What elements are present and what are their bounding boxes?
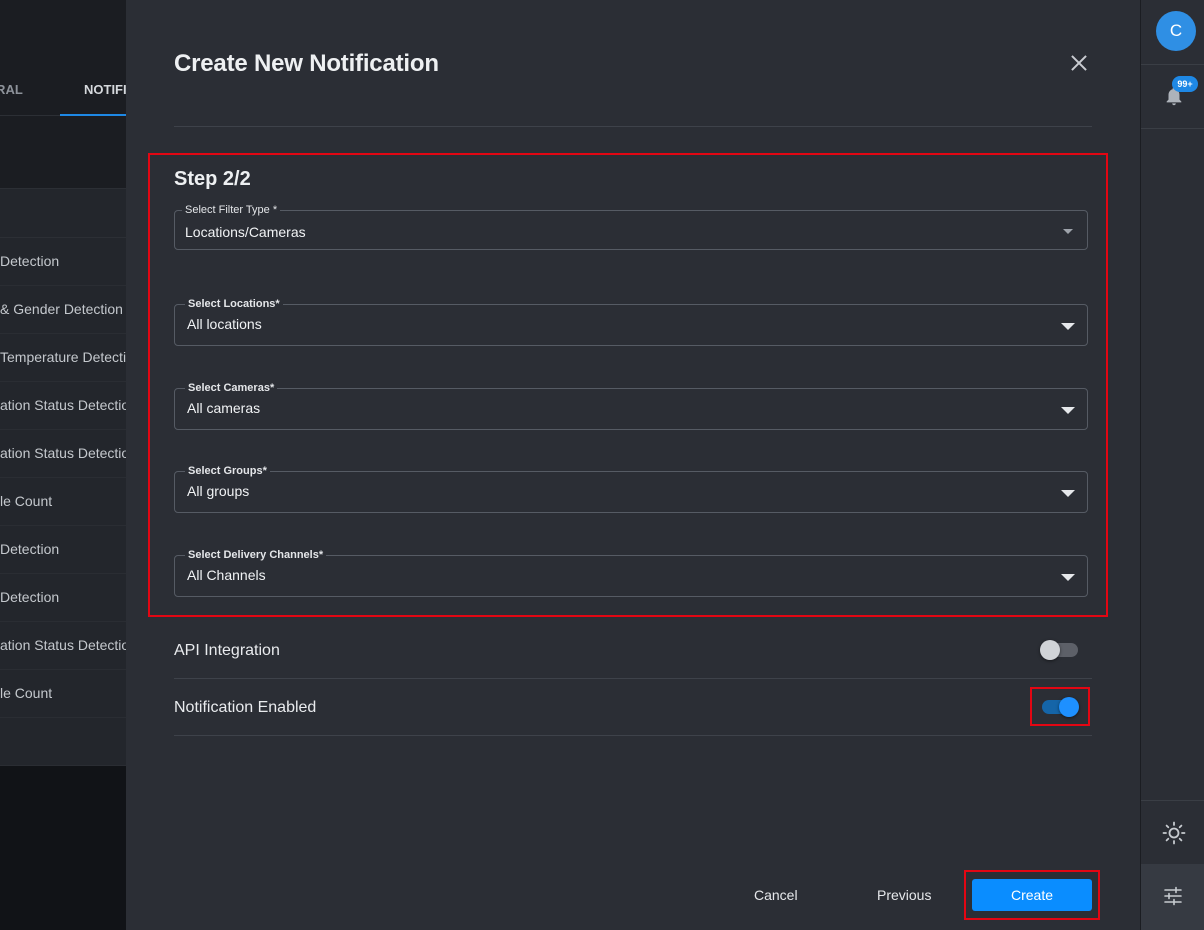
create-button[interactable]: Create [972,879,1092,911]
delivery-channels-label: Select Delivery Channels* [185,549,327,562]
tab-notifications[interactable]: NOTIFI [84,82,126,97]
caret-down-icon [1061,490,1075,497]
filter-type-label: Select Filter Type * [182,204,281,217]
list-item[interactable]: ation Status Detection [0,622,126,670]
background-table-header [0,188,126,238]
previous-button[interactable]: Previous [877,887,931,903]
delivery-channels-select[interactable]: Select Delivery Channels* All Channels [174,549,1088,597]
list-item[interactable]: ation Status Detection [0,430,126,478]
filter-type-select[interactable]: Select Filter Type * Locations/Cameras [174,204,1088,250]
notification-enabled-toggle[interactable] [1042,697,1079,717]
locations-value: All locations [187,316,262,332]
close-icon[interactable] [1066,50,1092,76]
list-item[interactable]: ation Status Detection [0,382,126,430]
list-item[interactable]: & Gender Detection [0,286,126,334]
tab-general[interactable]: NERAL [0,82,23,97]
sun-icon[interactable] [1162,821,1186,845]
cameras-select[interactable]: Select Cameras* All cameras [174,382,1088,430]
right-rail: C 99+ [1140,0,1204,930]
sliders-icon [1164,886,1182,906]
locations-label: Select Locations* [185,298,283,311]
groups-label: Select Groups* [185,465,270,478]
list-item[interactable]: Detection [0,574,126,622]
modal-title: Create New Notification [174,50,439,77]
settings-panel-button[interactable] [1141,864,1204,930]
toggle-knob [1059,697,1079,717]
notification-enabled-row: Notification Enabled [174,679,1092,736]
api-integration-row: API Integration [174,622,1092,679]
api-integration-toggle[interactable] [1040,640,1078,660]
background-toolbar [0,116,126,188]
locations-select[interactable]: Select Locations* All locations [174,298,1088,346]
background-tabs: NERAL NOTIFI [0,64,126,116]
list-item[interactable]: Detection [0,526,126,574]
notification-enabled-label: Notification Enabled [174,699,317,716]
groups-select[interactable]: Select Groups* All groups [174,465,1088,513]
filter-type-value: Locations/Cameras [185,224,306,240]
groups-value: All groups [187,483,250,499]
create-notification-modal: Create New Notification Step 2/2 Select … [126,0,1140,930]
rail-divider [1141,64,1204,65]
avatar[interactable]: C [1156,11,1196,51]
background-app: NERAL NOTIFI Detection & Gender Detectio… [0,0,126,930]
list-item[interactable]: le Count [0,670,126,718]
cameras-value: All cameras [187,400,261,416]
list-item[interactable]: Detection [0,238,126,286]
api-integration-label: API Integration [174,642,280,659]
list-item[interactable]: Temperature Detection [0,334,126,382]
rail-divider [1141,128,1204,129]
cancel-button[interactable]: Cancel [754,887,798,903]
background-list: Detection & Gender Detection Temperature… [0,238,126,718]
caret-down-icon [1061,323,1075,330]
header-divider [174,126,1092,127]
cameras-label: Select Cameras* [185,382,278,395]
background-empty-area [0,766,126,930]
notification-badge: 99+ [1172,76,1198,92]
rail-divider [1141,800,1204,801]
caret-down-icon [1063,229,1073,234]
toggle-knob [1040,640,1060,660]
caret-down-icon [1061,574,1075,581]
step-indicator: Step 2/2 [174,168,251,190]
delivery-channels-value: All Channels [187,567,266,583]
caret-down-icon [1061,407,1075,414]
background-pagination [0,718,126,766]
list-item[interactable]: le Count [0,478,126,526]
